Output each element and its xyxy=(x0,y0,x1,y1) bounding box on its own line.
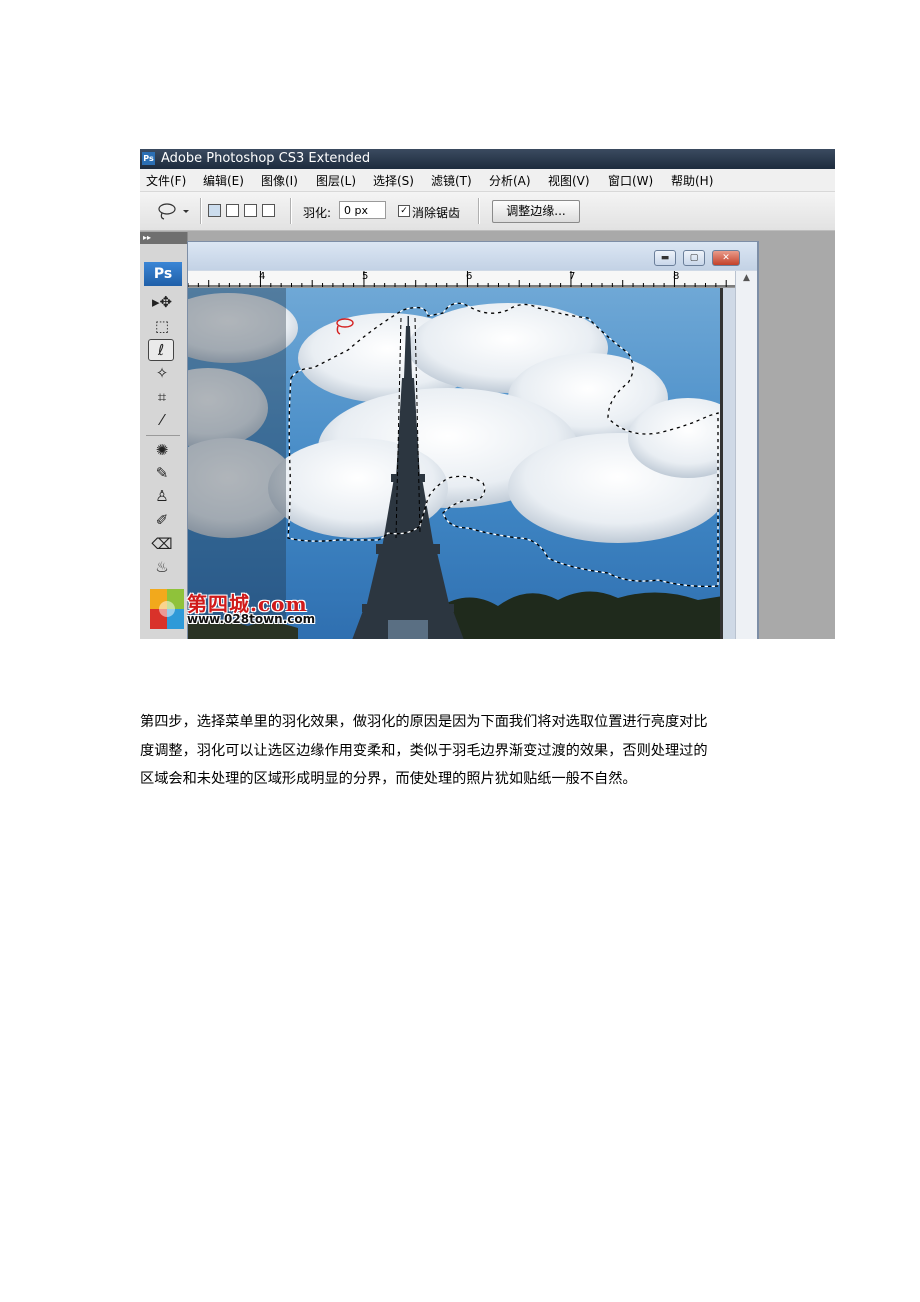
site-logo-icon xyxy=(150,589,184,629)
menu-view[interactable]: 视图(V) xyxy=(548,172,590,189)
antialias-label: 消除锯齿 xyxy=(412,206,461,220)
ruler-number: 5 xyxy=(362,271,369,282)
paragraph-line: 度调整，羽化可以让选区边缘作用变柔和，类似于羽毛边界渐变过渡的效果，否则处理过的 xyxy=(140,742,708,759)
ruler-number: 7 xyxy=(569,271,576,282)
magic-wand-tool-icon[interactable]: ✧ xyxy=(150,363,174,383)
add-selection-mode-icon[interactable] xyxy=(226,204,239,217)
minimize-icon[interactable]: ▬ xyxy=(654,250,676,266)
menu-analysis[interactable]: 分析(A) xyxy=(489,172,531,189)
clone-stamp-tool-icon[interactable]: ♙ xyxy=(150,486,174,506)
title-bar: Ps Adobe Photoshop CS3 Extended xyxy=(140,149,835,169)
document-window: ▬ ▢ ✕ 4 5 6 7 8 ▲ xyxy=(187,241,759,639)
marquee-tool-icon[interactable]: ⬚ xyxy=(150,316,174,336)
healing-brush-tool-icon[interactable]: ✺ xyxy=(150,440,174,460)
tools-separator xyxy=(146,435,180,436)
eyedropper-tool-icon[interactable]: ⁄ xyxy=(150,410,174,430)
paragraph-line: 第四步，选择菜单里的羽化效果，做羽化的原因是因为下面我们将对选取位置进行亮度对比 xyxy=(140,714,708,730)
scroll-up-icon[interactable]: ▲ xyxy=(736,273,757,283)
horizontal-ruler: 4 5 6 7 8 xyxy=(188,271,736,288)
eiffel-tower-photo[interactable] xyxy=(188,288,723,639)
eraser-tool-icon[interactable]: ⌫ xyxy=(150,534,174,554)
photoshop-screenshot: Ps Adobe Photoshop CS3 Extended 文件(F) 编辑… xyxy=(140,149,835,639)
lasso-icon[interactable] xyxy=(156,201,192,221)
brush-tool-icon[interactable]: ✎ xyxy=(150,463,174,483)
separator xyxy=(290,198,292,224)
subtract-selection-mode-icon[interactable] xyxy=(244,204,257,217)
move-tool-icon[interactable]: ▸✥ xyxy=(150,292,174,312)
ruler-number: 6 xyxy=(466,271,473,282)
paragraph-line: 区域会和未处理的区域形成明显的分界，而使处理的照片犹如贴纸一般不自然。 xyxy=(140,771,637,787)
refine-edge-button[interactable]: 调整边缘... xyxy=(492,200,580,223)
watermark-url: www.028town.com xyxy=(187,612,316,626)
tools-panel: ▸▸ Ps ▸✥ ⬚ ℓ ✧ ⌗ ⁄ ✺ ✎ ♙ ✐ ⌫ ♨ xyxy=(140,232,188,639)
menu-file[interactable]: 文件(F) xyxy=(146,172,186,189)
body-paragraph: 第四步，选择菜单里的羽化效果，做羽化的原因是因为下面我们将对选取位置进行亮度对比… xyxy=(140,708,785,794)
photoshop-app-icon: Ps xyxy=(142,152,155,165)
menu-help[interactable]: 帮助(H) xyxy=(671,172,713,189)
history-brush-tool-icon[interactable]: ✐ xyxy=(150,510,174,530)
new-selection-mode-icon[interactable] xyxy=(208,204,221,217)
menu-layer[interactable]: 图层(L) xyxy=(316,172,356,189)
feather-input[interactable]: 0 px xyxy=(339,201,386,219)
lasso-tool-icon[interactable]: ℓ xyxy=(148,339,174,361)
menu-filter[interactable]: 滤镜(T) xyxy=(431,172,472,189)
close-icon[interactable]: ✕ xyxy=(712,250,740,266)
antialias-checkbox[interactable]: ✓ xyxy=(398,205,410,217)
feather-label: 羽化: xyxy=(303,206,332,220)
ps-logo-tile: Ps xyxy=(144,262,182,286)
crop-tool-icon[interactable]: ⌗ xyxy=(150,387,174,407)
document-title-bar: ▬ ▢ ✕ xyxy=(188,242,757,270)
vertical-scrollbar[interactable]: ▲ xyxy=(735,271,757,639)
ruler-number: 8 xyxy=(673,271,680,282)
menu-window[interactable]: 窗口(W) xyxy=(608,172,653,189)
ruler-number: 4 xyxy=(259,271,266,282)
menu-bar: 文件(F) 编辑(E) 图像(I) 图层(L) 选择(S) 滤镜(T) 分析(A… xyxy=(140,169,835,192)
window-title: Adobe Photoshop CS3 Extended xyxy=(161,151,371,166)
panel-grip-icon[interactable]: ▸▸ xyxy=(140,232,187,244)
paint-bucket-tool-icon[interactable]: ♨ xyxy=(150,557,174,577)
menu-select[interactable]: 选择(S) xyxy=(373,172,414,189)
separator xyxy=(478,198,480,224)
maximize-icon[interactable]: ▢ xyxy=(683,250,705,266)
separator xyxy=(200,198,202,224)
menu-image[interactable]: 图像(I) xyxy=(261,172,298,189)
options-bar: 羽化: 0 px ✓ 消除锯齿 调整边缘... xyxy=(140,192,835,231)
menu-edit[interactable]: 编辑(E) xyxy=(203,172,244,189)
intersect-selection-mode-icon[interactable] xyxy=(262,204,275,217)
